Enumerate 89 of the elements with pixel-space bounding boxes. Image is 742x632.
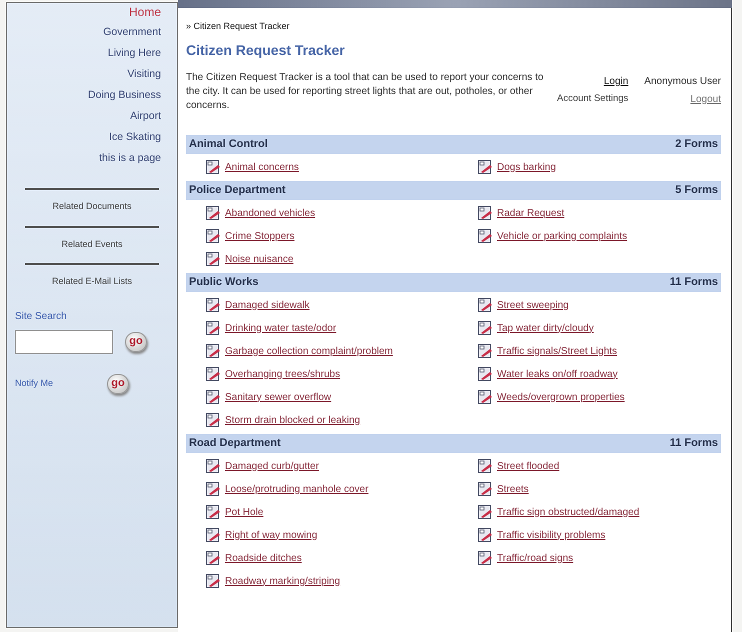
form-icon xyxy=(206,367,221,381)
login-link[interactable]: Login xyxy=(557,74,628,88)
form-icon xyxy=(478,551,493,565)
form-icon xyxy=(206,528,221,542)
form-link[interactable]: Traffic sign obstructed/damaged xyxy=(497,504,640,520)
form-icon xyxy=(206,459,221,473)
form-link[interactable]: Sanitary sewer overflow xyxy=(225,390,332,404)
user-name: Anonymous User xyxy=(644,74,721,88)
nav-link[interactable]: Home xyxy=(128,5,161,19)
section-title: Road Department xyxy=(189,436,281,451)
form-icon xyxy=(478,482,493,496)
search-field[interactable] xyxy=(15,330,113,354)
form-link[interactable]: Dogs barking xyxy=(497,160,556,174)
form-link[interactable]: Weeds/overgrown properties xyxy=(497,390,625,404)
nav-link[interactable]: Doing Business xyxy=(88,87,161,103)
nav-link[interactable]: Airport xyxy=(130,108,161,124)
form-link[interactable]: Roadside ditches xyxy=(225,550,302,566)
form-link[interactable]: Crime Stoppers xyxy=(225,228,294,244)
account-settings-link[interactable]: Account Settings xyxy=(557,92,628,106)
form-link[interactable]: Tap water dirty/cloudy xyxy=(497,320,594,336)
form-link[interactable]: Abandoned vehicles xyxy=(225,206,316,220)
section-title: Police Department xyxy=(189,182,286,198)
form-icon xyxy=(206,482,221,496)
related-link[interactable]: Related Documents xyxy=(52,200,132,214)
nav-link[interactable]: Government xyxy=(103,24,161,40)
related-link[interactable]: Related E-Mail Lists xyxy=(52,275,132,288)
form-link[interactable]: Traffic visibility problems xyxy=(497,528,606,542)
form-link[interactable]: Street sweeping xyxy=(497,298,569,312)
form-icon xyxy=(206,551,221,565)
notify-label: Notify Me xyxy=(15,376,54,390)
form-icon xyxy=(206,390,221,404)
form-icon xyxy=(206,252,221,266)
related-link[interactable]: Related Events xyxy=(61,238,123,251)
form-icon xyxy=(206,321,221,335)
form-icon xyxy=(478,298,493,312)
form-icon xyxy=(206,574,221,588)
form-icon xyxy=(206,206,221,220)
form-link[interactable]: Damaged sidewalk xyxy=(225,298,310,312)
description: The Citizen Request Tracker is a tool that can be used to report your concerns to the city. It can be used for reporting street lights that are out, potholes, or other concerns. xyxy=(186,70,544,112)
go-button[interactable]: go xyxy=(125,332,147,352)
form-icon xyxy=(206,344,221,358)
form-icon xyxy=(478,390,493,404)
form-count: 5 Forms xyxy=(675,182,718,198)
go-button[interactable]: go xyxy=(107,374,129,394)
form-link[interactable]: Radar Request xyxy=(497,206,564,220)
form-link[interactable]: Garbage collection complaint/problem xyxy=(225,344,393,358)
search-label: Site Search xyxy=(15,310,68,324)
form-icon xyxy=(478,321,493,335)
form-link[interactable]: Drinking water taste/odor xyxy=(225,320,336,336)
form-icon xyxy=(206,413,221,427)
nav-link[interactable]: Visiting xyxy=(127,66,161,82)
form-icon xyxy=(478,160,493,174)
form-icon xyxy=(478,367,493,381)
form-link[interactable]: Noise nuisance xyxy=(225,252,294,266)
form-link[interactable]: Street flooded xyxy=(497,458,560,474)
form-icon xyxy=(478,206,493,220)
form-link[interactable]: Storm drain blocked or leaking xyxy=(225,412,360,428)
form-count: 11 Forms xyxy=(670,436,718,451)
form-icon xyxy=(478,344,493,358)
form-icon xyxy=(206,505,221,519)
breadcrumb[interactable]: » Citizen Request Tracker xyxy=(186,20,290,34)
section-title: Public Works xyxy=(189,274,258,290)
form-link[interactable]: Animal concerns xyxy=(225,160,299,174)
form-link[interactable]: Water leaks on/off roadway xyxy=(497,366,618,382)
form-icon xyxy=(478,528,493,542)
form-icon xyxy=(206,160,221,174)
nav-link[interactable]: Living Here xyxy=(108,45,161,61)
form-count: 2 Forms xyxy=(675,136,718,152)
form-link[interactable]: Pot Hole xyxy=(225,504,264,520)
form-link[interactable]: Streets xyxy=(497,482,529,496)
form-icon xyxy=(206,229,221,243)
nav-link[interactable]: Ice Skating xyxy=(109,129,161,145)
section-title: Animal Control xyxy=(189,136,268,152)
form-link[interactable]: Roadway marking/striping xyxy=(225,574,340,588)
logout-link[interactable]: Logout xyxy=(644,92,721,106)
form-link[interactable]: Traffic/road signs xyxy=(497,550,574,566)
form-link[interactable]: Overhanging trees/shrubs xyxy=(225,366,340,382)
form-link[interactable]: Right of way mowing xyxy=(225,528,318,542)
page-title: Citizen Request Tracker xyxy=(186,40,346,60)
form-icon xyxy=(206,298,221,312)
nav-link[interactable]: this is a page xyxy=(99,150,161,166)
form-link[interactable]: Damaged curb/gutter xyxy=(225,458,319,474)
form-icon xyxy=(478,229,493,243)
form-link[interactable]: Loose/protruding manhole cover xyxy=(225,482,368,496)
form-link[interactable]: Vehicle or parking complaints xyxy=(497,228,628,244)
form-count: 11 Forms xyxy=(670,274,718,290)
form-icon xyxy=(478,505,493,519)
form-icon xyxy=(478,459,493,473)
form-link[interactable]: Traffic signals/Street Lights xyxy=(497,344,618,358)
